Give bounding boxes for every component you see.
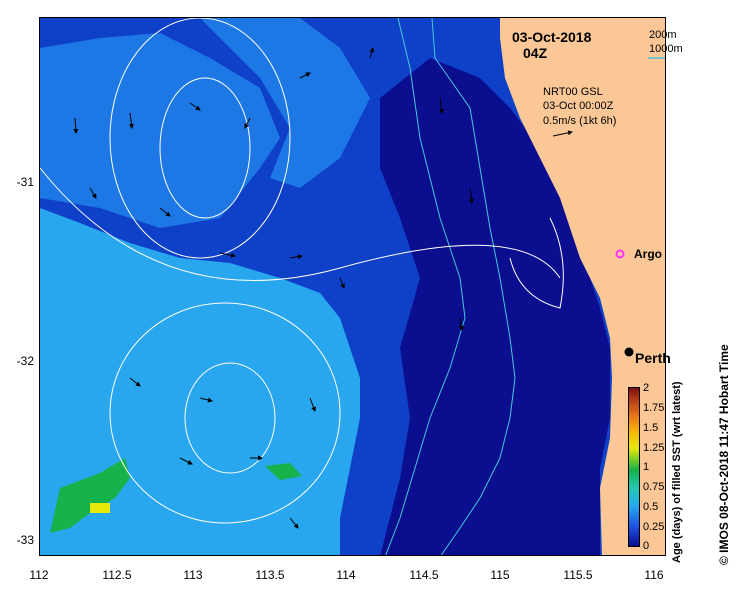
x-tick: 115.5 xyxy=(563,568,593,582)
map-date: 03-Oct-2018 xyxy=(512,29,592,45)
colorbar-tick: 0.5 xyxy=(643,501,659,513)
colorbar-tick: 1.75 xyxy=(643,402,665,414)
y-tick: -31 xyxy=(16,175,34,189)
colorbar-tick: 0.25 xyxy=(643,521,665,533)
y-tick: -32 xyxy=(16,354,34,368)
model-time: 03-Oct 00:00Z xyxy=(543,100,614,112)
x-tick: 112.5 xyxy=(102,568,132,582)
isobath-200-label: 200m xyxy=(649,29,677,41)
x-tick: 114.5 xyxy=(409,568,439,582)
vector-scale-label: 0.5m/s (1kt 6h) xyxy=(543,115,617,127)
colorbar-tick: 0 xyxy=(643,540,650,552)
perth-label: Perth xyxy=(635,350,671,366)
colorbar-tick: 0.75 xyxy=(643,481,665,493)
y-tick: -33 xyxy=(16,533,34,547)
x-tick: 116 xyxy=(644,568,664,582)
colorbar-tick: 1 xyxy=(643,461,650,473)
colorbar xyxy=(628,387,640,547)
credit-label: © IMOS 08-Oct-2018 11:47 Hobart Time xyxy=(717,344,731,565)
colorbar-tick: 1.25 xyxy=(643,442,665,454)
colorbar-label: Age (days) of filled SST (wrt latest) xyxy=(671,381,683,563)
argo-label: Argo xyxy=(634,247,662,261)
colorbar-tick: 1.5 xyxy=(643,422,659,434)
map-canvas xyxy=(40,18,665,555)
colorbar-tick: 2 xyxy=(643,382,650,394)
x-tick: 115 xyxy=(490,568,510,582)
perth-marker xyxy=(624,347,634,357)
x-tick: 114 xyxy=(336,568,356,582)
map-time: 04Z xyxy=(523,45,548,61)
sst-yellow-patch xyxy=(90,503,110,513)
x-tick: 112 xyxy=(29,568,49,582)
x-tick: 113 xyxy=(183,568,203,582)
model-name: NRT00 GSL xyxy=(543,86,603,98)
isobath-1000-label: 1000m xyxy=(649,43,683,55)
x-tick: 113.5 xyxy=(255,568,285,582)
